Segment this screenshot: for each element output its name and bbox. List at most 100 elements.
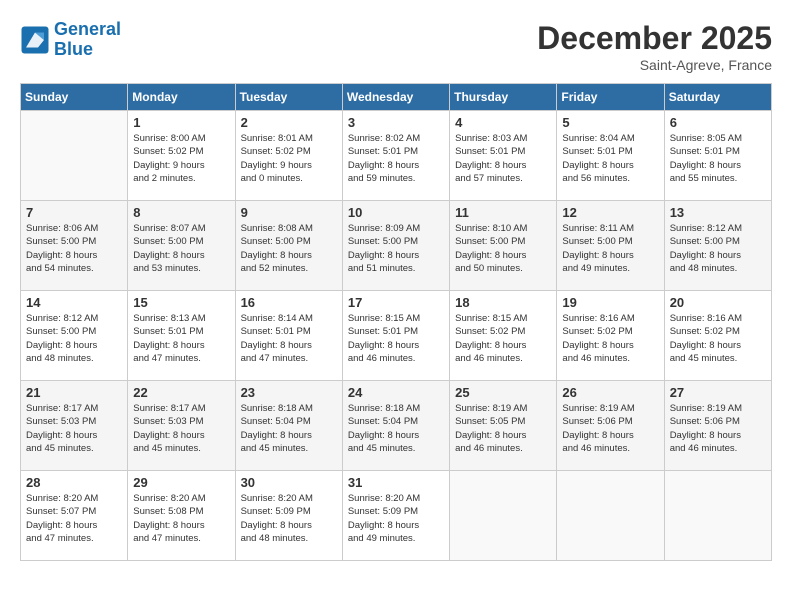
day-cell: 15 Sunrise: 8:13 AM Sunset: 5:01 PM Dayli…: [128, 291, 235, 381]
day-cell: 22 Sunrise: 8:17 AM Sunset: 5:03 PM Dayli…: [128, 381, 235, 471]
day-info: Sunrise: 8:19 AM Sunset: 5:06 PM Dayligh…: [562, 402, 658, 455]
day-number: 7: [26, 205, 122, 220]
day-cell: 30Sunrise: 8:20 AM Sunset: 5:09 PM Dayli…: [235, 471, 342, 561]
day-info: Sunrise: 8:00 AM Sunset: 5:02 PM Dayligh…: [133, 132, 229, 185]
day-cell: 4 Sunrise: 8:03 AM Sunset: 5:01 PM Daylig…: [450, 111, 557, 201]
day-info: Sunrise: 8:08 AM Sunset: 5:00 PM Dayligh…: [241, 222, 337, 275]
day-cell: 25Sunrise: 8:19 AM Sunset: 5:05 PM Dayli…: [450, 381, 557, 471]
logo-icon: [20, 25, 50, 55]
day-number: 21: [26, 385, 122, 400]
day-number: 3: [348, 115, 444, 130]
day-cell: 21 Sunrise: 8:17 AM Sunset: 5:03 PM Dayli…: [21, 381, 128, 471]
day-number: 30: [241, 475, 337, 490]
day-info: Sunrise: 8:12 AM Sunset: 5:00 PM Dayligh…: [670, 222, 766, 275]
day-info: Sunrise: 8:15 AM Sunset: 5:01 PM Dayligh…: [348, 312, 444, 365]
day-info: Sunrise: 8:19 AM Sunset: 5:05 PM Dayligh…: [455, 402, 551, 455]
day-info: Sunrise: 8:06 AM Sunset: 5:00 PM Dayligh…: [26, 222, 122, 275]
day-number: 9: [241, 205, 337, 220]
day-cell: 29 Sunrise: 8:20 AM Sunset: 5:08 PM Dayli…: [128, 471, 235, 561]
day-info: Sunrise: 8:07 AM Sunset: 5:00 PM Dayligh…: [133, 222, 229, 275]
day-cell: 5 Sunrise: 8:04 AM Sunset: 5:01 PM Daylig…: [557, 111, 664, 201]
day-info: Sunrise: 8:19 AM Sunset: 5:06 PM Dayligh…: [670, 402, 766, 455]
day-info: Sunrise: 8:10 AM Sunset: 5:00 PM Dayligh…: [455, 222, 551, 275]
day-info: Sunrise: 8:12 AM Sunset: 5:00 PM Dayligh…: [26, 312, 122, 365]
weekday-header-saturday: Saturday: [664, 84, 771, 111]
day-number: 31: [348, 475, 444, 490]
day-cell: 13 Sunrise: 8:12 AM Sunset: 5:00 PM Dayli…: [664, 201, 771, 291]
day-info: Sunrise: 8:17 AM Sunset: 5:03 PM Dayligh…: [133, 402, 229, 455]
day-cell: 26 Sunrise: 8:19 AM Sunset: 5:06 PM Dayli…: [557, 381, 664, 471]
day-number: 6: [670, 115, 766, 130]
day-cell: 2Sunrise: 8:01 AM Sunset: 5:02 PM Daylig…: [235, 111, 342, 201]
day-cell: 12Sunrise: 8:11 AM Sunset: 5:00 PM Dayli…: [557, 201, 664, 291]
day-cell: [557, 471, 664, 561]
location: Saint-Agreve, France: [537, 57, 772, 73]
day-cell: 23Sunrise: 8:18 AM Sunset: 5:04 PM Dayli…: [235, 381, 342, 471]
day-number: 26: [562, 385, 658, 400]
day-info: Sunrise: 8:20 AM Sunset: 5:08 PM Dayligh…: [133, 492, 229, 545]
page-header: General Blue December 2025 Saint-Agreve,…: [20, 20, 772, 73]
day-info: Sunrise: 8:05 AM Sunset: 5:01 PM Dayligh…: [670, 132, 766, 185]
day-info: Sunrise: 8:04 AM Sunset: 5:01 PM Dayligh…: [562, 132, 658, 185]
day-cell: 3Sunrise: 8:02 AM Sunset: 5:01 PM Daylig…: [342, 111, 449, 201]
day-number: 5: [562, 115, 658, 130]
day-info: Sunrise: 8:16 AM Sunset: 5:02 PM Dayligh…: [670, 312, 766, 365]
weekday-header-row: SundayMondayTuesdayWednesdayThursdayFrid…: [21, 84, 772, 111]
weekday-header-monday: Monday: [128, 84, 235, 111]
day-info: Sunrise: 8:20 AM Sunset: 5:09 PM Dayligh…: [348, 492, 444, 545]
day-cell: 9 Sunrise: 8:08 AM Sunset: 5:00 PM Daylig…: [235, 201, 342, 291]
weekday-header-friday: Friday: [557, 84, 664, 111]
day-info: Sunrise: 8:15 AM Sunset: 5:02 PM Dayligh…: [455, 312, 551, 365]
day-cell: 31 Sunrise: 8:20 AM Sunset: 5:09 PM Dayli…: [342, 471, 449, 561]
day-cell: 7 Sunrise: 8:06 AM Sunset: 5:00 PM Daylig…: [21, 201, 128, 291]
day-info: Sunrise: 8:18 AM Sunset: 5:04 PM Dayligh…: [348, 402, 444, 455]
day-cell: 8 Sunrise: 8:07 AM Sunset: 5:00 PM Daylig…: [128, 201, 235, 291]
title-block: December 2025 Saint-Agreve, France: [537, 20, 772, 73]
day-number: 10: [348, 205, 444, 220]
day-number: 24: [348, 385, 444, 400]
day-cell: 10 Sunrise: 8:09 AM Sunset: 5:00 PM Dayli…: [342, 201, 449, 291]
day-number: 16: [241, 295, 337, 310]
day-cell: 19 Sunrise: 8:16 AM Sunset: 5:02 PM Dayli…: [557, 291, 664, 381]
day-number: 13: [670, 205, 766, 220]
week-row-5: 28 Sunrise: 8:20 AM Sunset: 5:07 PM Dayli…: [21, 471, 772, 561]
day-number: 28: [26, 475, 122, 490]
day-info: Sunrise: 8:17 AM Sunset: 5:03 PM Dayligh…: [26, 402, 122, 455]
day-number: 18: [455, 295, 551, 310]
day-cell: 16 Sunrise: 8:14 AM Sunset: 5:01 PM Dayli…: [235, 291, 342, 381]
day-number: 8: [133, 205, 229, 220]
weekday-header-thursday: Thursday: [450, 84, 557, 111]
day-cell: [450, 471, 557, 561]
day-cell: 14Sunrise: 8:12 AM Sunset: 5:00 PM Dayli…: [21, 291, 128, 381]
day-number: 29: [133, 475, 229, 490]
day-cell: 20 Sunrise: 8:16 AM Sunset: 5:02 PM Dayli…: [664, 291, 771, 381]
day-number: 12: [562, 205, 658, 220]
week-row-3: 14Sunrise: 8:12 AM Sunset: 5:00 PM Dayli…: [21, 291, 772, 381]
day-number: 2: [241, 115, 337, 130]
day-info: Sunrise: 8:09 AM Sunset: 5:00 PM Dayligh…: [348, 222, 444, 275]
day-info: Sunrise: 8:13 AM Sunset: 5:01 PM Dayligh…: [133, 312, 229, 365]
day-cell: [664, 471, 771, 561]
day-info: Sunrise: 8:20 AM Sunset: 5:07 PM Dayligh…: [26, 492, 122, 545]
day-number: 4: [455, 115, 551, 130]
day-cell: 24 Sunrise: 8:18 AM Sunset: 5:04 PM Dayli…: [342, 381, 449, 471]
day-info: Sunrise: 8:14 AM Sunset: 5:01 PM Dayligh…: [241, 312, 337, 365]
day-number: 20: [670, 295, 766, 310]
day-info: Sunrise: 8:18 AM Sunset: 5:04 PM Dayligh…: [241, 402, 337, 455]
day-info: Sunrise: 8:16 AM Sunset: 5:02 PM Dayligh…: [562, 312, 658, 365]
day-number: 15: [133, 295, 229, 310]
day-number: 22: [133, 385, 229, 400]
day-cell: 17 Sunrise: 8:15 AM Sunset: 5:01 PM Dayli…: [342, 291, 449, 381]
day-cell: 28 Sunrise: 8:20 AM Sunset: 5:07 PM Dayli…: [21, 471, 128, 561]
day-info: Sunrise: 8:03 AM Sunset: 5:01 PM Dayligh…: [455, 132, 551, 185]
logo-text: General Blue: [54, 20, 121, 60]
calendar-table: SundayMondayTuesdayWednesdayThursdayFrid…: [20, 83, 772, 561]
day-cell: 18 Sunrise: 8:15 AM Sunset: 5:02 PM Dayli…: [450, 291, 557, 381]
weekday-header-tuesday: Tuesday: [235, 84, 342, 111]
day-number: 19: [562, 295, 658, 310]
day-number: 11: [455, 205, 551, 220]
day-cell: 27Sunrise: 8:19 AM Sunset: 5:06 PM Dayli…: [664, 381, 771, 471]
day-cell: 6 Sunrise: 8:05 AM Sunset: 5:01 PM Daylig…: [664, 111, 771, 201]
weekday-header-wednesday: Wednesday: [342, 84, 449, 111]
day-number: 17: [348, 295, 444, 310]
